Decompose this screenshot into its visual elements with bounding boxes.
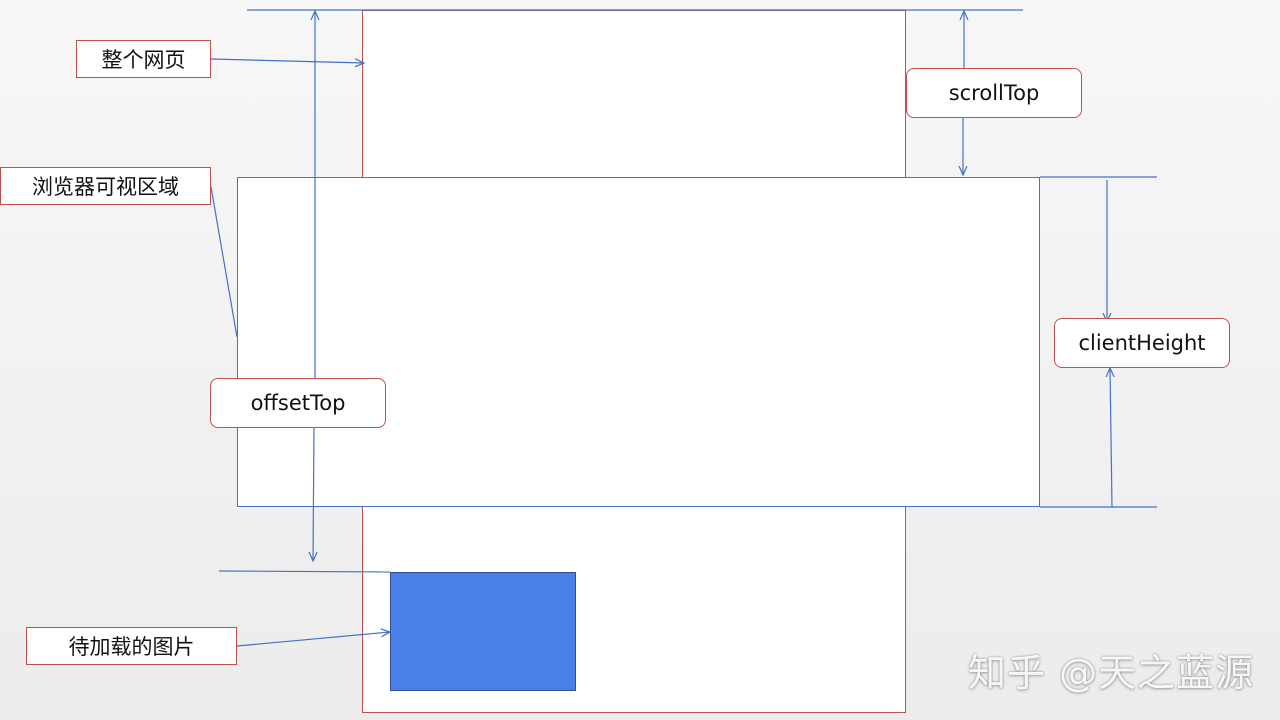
scroll-top-label: scrollTop (906, 68, 1082, 118)
lazy-image-label: 待加载的图片 (26, 627, 237, 665)
whole-page-label: 整个网页 (76, 40, 211, 78)
viewport-label: 浏览器可视区域 (0, 167, 211, 205)
client-height-label: clientHeight (1054, 318, 1230, 368)
client-height-arrow-up (1110, 368, 1112, 508)
image-top-guide-line (218, 570, 391, 573)
lazy-image-pointer (236, 632, 390, 647)
offset-top-arrow-down (313, 426, 314, 561)
watermark: 知乎 @天之蓝源 (968, 651, 1255, 695)
offset-top-label: offsetTop (210, 378, 386, 428)
whole-page-pointer (210, 59, 364, 63)
diagram: 整个网页 浏览器可视区域 待加载的图片 scrollTop clientHeig… (0, 0, 1280, 720)
viewport-pointer (210, 186, 238, 338)
